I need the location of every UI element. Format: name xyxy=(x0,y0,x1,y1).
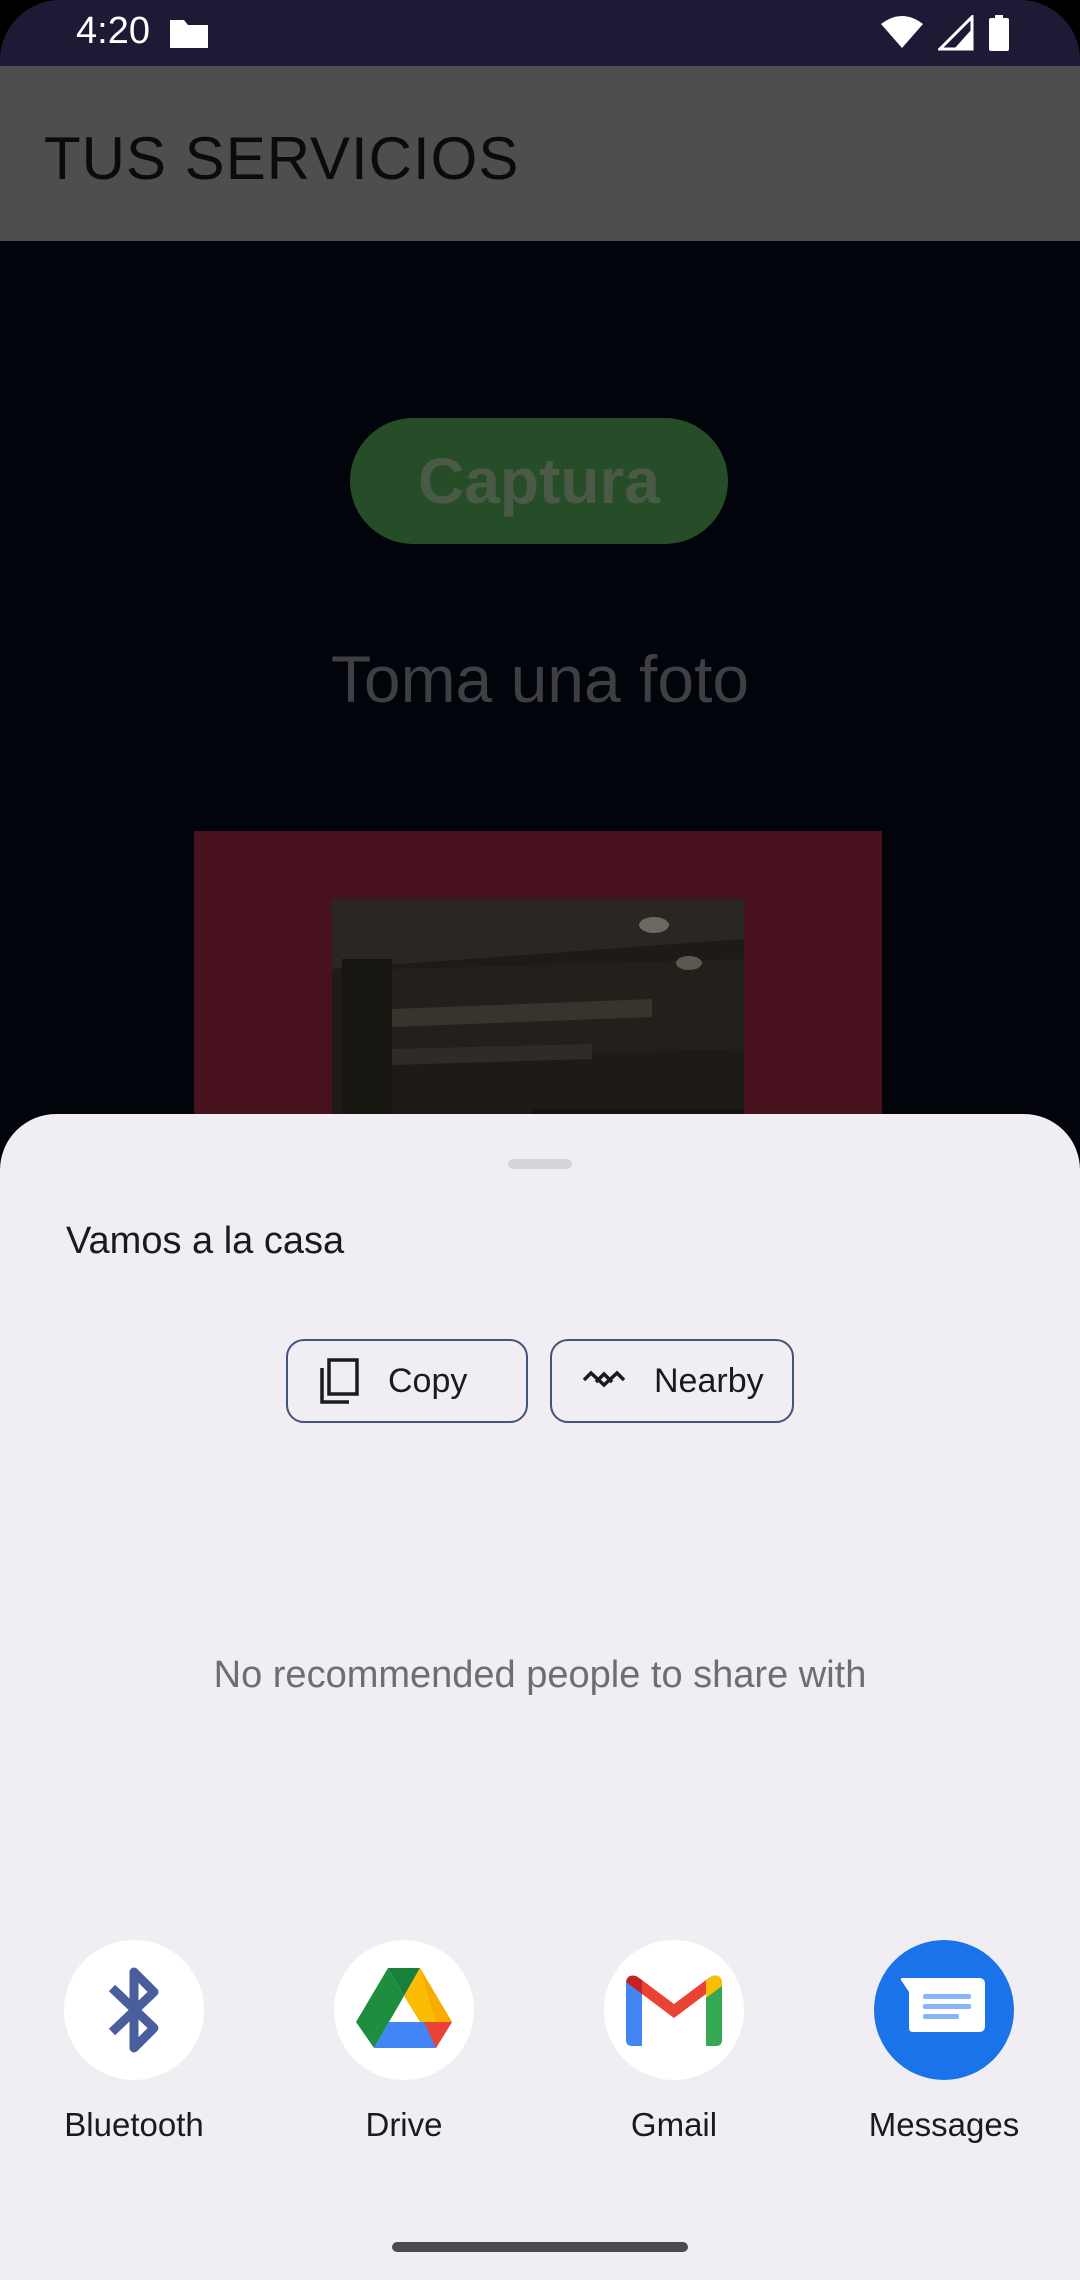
share-target-label: Bluetooth xyxy=(64,2106,204,2143)
nearby-share-icon xyxy=(582,1370,626,1388)
share-target-drive[interactable]: Drive xyxy=(294,1926,514,2146)
share-target-gmail[interactable]: Gmail xyxy=(564,1926,784,2146)
share-targets: Bluetooth Drive Gmail Messages xyxy=(0,1926,1080,2146)
sheet-drag-handle[interactable] xyxy=(508,1159,572,1169)
share-target-messages[interactable]: Messages xyxy=(834,1926,1054,2146)
nearby-share-button[interactable]: Nearby xyxy=(550,1339,794,1423)
nearby-button-label: Nearby xyxy=(654,1361,764,1400)
app-bar: TUS SERVICIOS xyxy=(0,66,1080,241)
google-drive-icon xyxy=(356,1968,452,2048)
copy-icon xyxy=(320,1358,359,1404)
photo-prompt: Toma una foto xyxy=(330,642,750,716)
share-target-bluetooth[interactable]: Bluetooth xyxy=(24,1926,244,2146)
folder-icon xyxy=(170,20,208,48)
share-title: Vamos a la casa xyxy=(66,1220,345,1262)
no-recommended-people: No recommended people to share with xyxy=(213,1654,867,1696)
capture-button[interactable]: Captura xyxy=(350,418,728,544)
wifi-icon xyxy=(881,16,923,48)
status-bar: 4:20 xyxy=(0,0,1080,66)
bluetooth-icon xyxy=(108,1967,159,2053)
share-target-label: Gmail xyxy=(630,2106,718,2143)
copy-button-label: Copy xyxy=(388,1361,468,1400)
status-icons xyxy=(880,14,1010,52)
copy-button[interactable]: Copy xyxy=(286,1339,528,1423)
messages-icon xyxy=(900,1978,985,2032)
app-title: TUS SERVICIOS xyxy=(44,125,520,192)
screen: 4:20 TUS SERVICIOS Captura Toma una foto xyxy=(0,0,1080,2280)
battery-icon xyxy=(989,15,1009,51)
share-target-label: Drive xyxy=(365,2106,443,2143)
share-sheet: Vamos a la casa Copy Nearby No recommend… xyxy=(0,1114,1080,2280)
share-target-label: Messages xyxy=(868,2106,1020,2143)
signal-icon xyxy=(938,15,974,51)
gmail-icon xyxy=(626,1975,722,2046)
gesture-nav-handle[interactable] xyxy=(392,2242,688,2252)
share-actions: Copy Nearby xyxy=(0,1339,1080,1427)
status-time: 4:20 xyxy=(76,10,150,52)
